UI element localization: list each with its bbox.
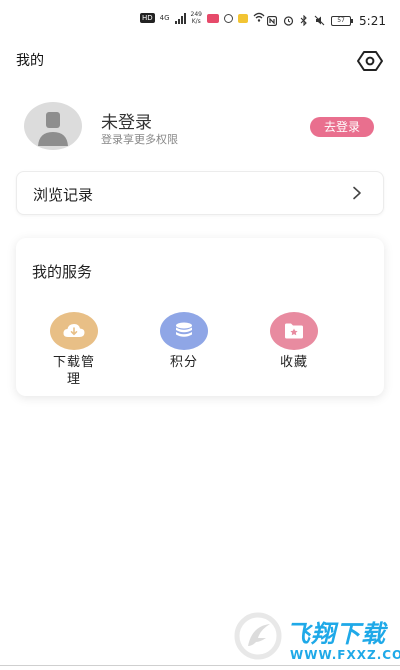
points-button[interactable]: 积分	[154, 312, 214, 371]
favorites-icon-circle	[270, 312, 318, 350]
network-speed: 249 K/s	[191, 11, 202, 25]
my-services-card: 我的服务 下载管理 积分 收藏	[16, 238, 384, 396]
status-bar: HD 4G 249 K/s 57 5:21	[0, 0, 400, 38]
coin-stack-icon	[176, 322, 192, 337]
watermark-brand: 飞翔下载	[286, 620, 386, 648]
ring-icon	[224, 13, 233, 23]
avatar[interactable]	[24, 102, 82, 150]
signal-icon	[174, 12, 186, 24]
page-title: 我的	[16, 53, 44, 69]
wifi-icon	[253, 12, 265, 25]
speed-unit: K/s	[191, 18, 201, 25]
network-type: 4G	[159, 13, 170, 22]
notification-app-icon-yellow	[238, 13, 248, 23]
nfc-icon	[266, 11, 278, 30]
download-manager-button[interactable]: 下载管理	[44, 312, 104, 388]
download-icon-circle	[50, 312, 98, 350]
hd-badge: HD	[140, 13, 155, 23]
alarm-icon	[283, 11, 294, 30]
login-hint: 登录享更多权限	[101, 133, 178, 146]
profile-screen: HD 4G 249 K/s 57 5:21 我的 未登录 登录享更多权限 去登录…	[0, 0, 400, 670]
cloud-download-icon	[63, 324, 85, 337]
watermark-logo-icon	[234, 612, 282, 660]
settings-icon	[357, 51, 383, 71]
status-bar-right: 57 5:21	[266, 11, 386, 30]
favorites-label: 收藏	[279, 355, 308, 370]
points-icon-circle	[160, 312, 208, 350]
status-bar-left: HD 4G 249 K/s	[140, 11, 265, 25]
favorites-button[interactable]: 收藏	[264, 312, 324, 371]
bottom-divider	[0, 665, 400, 666]
services-title: 我的服务	[32, 263, 93, 281]
default-user-icon	[38, 112, 68, 146]
star-folder-icon	[285, 323, 303, 339]
site-watermark: 飞翔下载 WWW.FXXZ.COM	[234, 612, 400, 666]
chevron-right-icon	[353, 186, 361, 200]
speed-value: 249	[190, 11, 202, 18]
browse-history-row[interactable]: 浏览记录	[16, 171, 384, 215]
browse-history-label: 浏览记录	[33, 186, 94, 204]
battery-icon: 57	[331, 15, 354, 26]
bluetooth-icon	[300, 11, 308, 30]
watermark-url: WWW.FXXZ.COM	[290, 648, 400, 662]
settings-button[interactable]	[356, 48, 384, 74]
username: 未登录	[101, 113, 152, 133]
login-button[interactable]: 去登录	[310, 117, 374, 137]
mute-icon	[314, 11, 325, 30]
points-label: 积分	[169, 355, 198, 370]
download-manager-label: 下载管理	[53, 355, 96, 387]
notification-app-icon	[207, 13, 219, 23]
clock: 5:21	[359, 13, 386, 28]
